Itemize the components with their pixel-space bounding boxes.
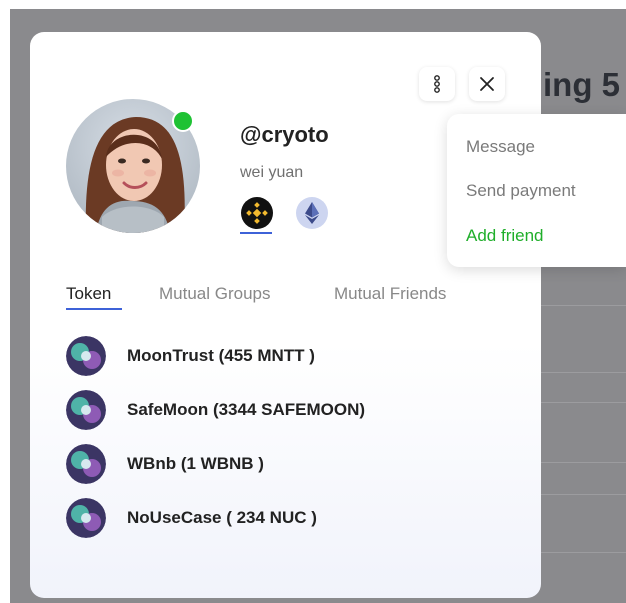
- active-tab-indicator: [66, 308, 122, 310]
- more-options-button[interactable]: [419, 67, 455, 101]
- bnb-chain-icon[interactable]: [241, 197, 273, 229]
- token-icon: [66, 444, 106, 484]
- options-dropdown: Message Send payment Add friend: [447, 114, 626, 267]
- menu-item-add-friend[interactable]: Add friend: [466, 226, 544, 246]
- token-row[interactable]: NoUseCase ( 234 NUC ): [66, 498, 317, 538]
- close-icon: [480, 77, 494, 91]
- token-label: MoonTrust (455 MNTT ): [127, 346, 315, 365]
- background-divider: [540, 552, 626, 553]
- token-label: NoUseCase ( 234 NUC ): [127, 508, 317, 527]
- online-status-dot: [172, 110, 194, 132]
- close-button[interactable]: [469, 67, 505, 101]
- token-icon: [66, 498, 106, 538]
- token-icon: [66, 390, 106, 430]
- menu-item-send-payment[interactable]: Send payment: [466, 181, 576, 201]
- tab-mutual-groups[interactable]: Mutual Groups: [159, 284, 271, 304]
- token-label: SafeMoon (3344 SAFEMOON): [127, 400, 366, 419]
- token-row[interactable]: WBnb (1 WBNB ): [66, 444, 264, 484]
- username: @cryoto: [240, 122, 329, 147]
- tab-mutual-friends[interactable]: Mutual Friends: [334, 284, 446, 304]
- token-icon: [66, 336, 106, 376]
- eth-logo-icon: [305, 202, 319, 224]
- token-row[interactable]: SafeMoon (3344 SAFEMOON): [66, 390, 365, 430]
- ethereum-icon[interactable]: [296, 197, 328, 229]
- token-label: WBnb (1 WBNB ): [127, 454, 264, 473]
- tab-token[interactable]: Token: [66, 284, 111, 304]
- background-divider: [540, 305, 626, 306]
- background-heading: ing 5: [543, 66, 621, 103]
- display-name: wei yuan: [240, 164, 304, 181]
- background-divider: [540, 494, 626, 495]
- bnb-logo-icon: [246, 202, 268, 224]
- menu-item-message[interactable]: Message: [466, 137, 535, 157]
- token-row[interactable]: MoonTrust (455 MNTT ): [66, 336, 315, 376]
- background-divider: [540, 462, 626, 463]
- background-divider: [540, 402, 626, 403]
- vertical-dots-icon: [434, 75, 440, 93]
- selected-chain-indicator: [240, 232, 272, 234]
- background-divider: [540, 372, 626, 373]
